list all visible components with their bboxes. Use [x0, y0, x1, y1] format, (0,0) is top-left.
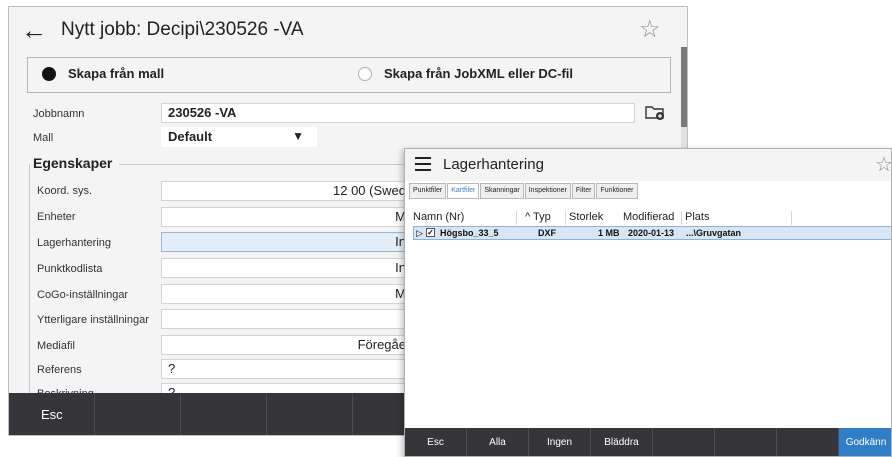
- star-outline-icon[interactable]: ☆: [639, 15, 661, 45]
- column-separator[interactable]: [565, 211, 566, 225]
- row-checkbox[interactable]: ✓: [426, 228, 435, 237]
- file-modified-cell: 2020-01-13: [628, 228, 675, 238]
- property-label: Koord. sys.: [37, 185, 93, 197]
- softkey-button[interactable]: [95, 393, 181, 435]
- mall-label: Mall: [33, 132, 54, 144]
- radio-label: Skapa från mall: [68, 66, 165, 81]
- job-window-title: Nytt jobb: Decipi\230526 -VA: [61, 19, 304, 40]
- jobbnamn-input[interactable]: 230526 -VA: [161, 103, 635, 123]
- property-label: Enheter: [37, 211, 76, 223]
- table-row[interactable]: ▷ ✓ Högsbo_33_5 DXF 1 MB 2020-01-13 ...\…: [413, 226, 891, 240]
- lagerhantering-window: Lagerhantering ☆ Punktfiler Kartfiler Sk…: [404, 148, 892, 457]
- radio-create-from-jobxml[interactable]: Skapa från JobXML eller DC-fil: [358, 66, 573, 81]
- esc-button[interactable]: Esc: [405, 428, 467, 456]
- file-table-header: Namn (Nr) ^ Typ Storlek Modifierad Plats: [405, 211, 891, 225]
- job-title-bar: ← Nytt jobb: Decipi\230526 -VA ☆: [9, 7, 687, 55]
- enheter-field[interactable]: M: [161, 207, 413, 227]
- property-label: Mediafil: [37, 340, 75, 352]
- mall-selected-value: Default: [168, 129, 213, 144]
- lager-bottom-toolbar: Esc Alla Ingen Bläddra Godkänn: [405, 428, 891, 456]
- select-none-button[interactable]: Ingen: [529, 428, 591, 456]
- lager-title-bar: Lagerhantering ☆: [405, 149, 891, 181]
- mediafil-field[interactable]: Föregåe: [161, 335, 413, 355]
- column-separator[interactable]: [791, 211, 792, 225]
- radio-selected-icon: [42, 66, 56, 81]
- lager-tabs: Punktfiler Kartfiler Skanningar Inspekti…: [409, 183, 639, 199]
- radio-unselected-icon: [358, 66, 372, 81]
- property-label: Referens: [37, 364, 82, 376]
- softkey-button[interactable]: [777, 428, 839, 456]
- lager-window-title: Lagerhantering: [443, 156, 544, 173]
- referens-field[interactable]: ?: [161, 359, 413, 379]
- softkey-button[interactable]: [653, 428, 715, 456]
- lagerhantering-field[interactable]: In: [161, 232, 413, 252]
- koord-sys-field[interactable]: 12 00 (Swed: [161, 181, 413, 201]
- column-header-modified[interactable]: Modifierad: [623, 211, 674, 223]
- column-separator[interactable]: [516, 211, 517, 225]
- mall-dropdown[interactable]: Default ▼: [161, 127, 317, 147]
- ytterligare-field[interactable]: [161, 309, 413, 329]
- radio-create-from-template[interactable]: Skapa från mall: [42, 66, 164, 81]
- accept-button[interactable]: Godkänn: [839, 428, 891, 456]
- punktkodlista-field[interactable]: In: [161, 258, 413, 278]
- softkey-button[interactable]: [181, 393, 267, 435]
- star-outline-icon[interactable]: ☆: [875, 152, 891, 177]
- property-label: CoGo-inställningar: [37, 289, 129, 301]
- folder-add-icon[interactable]: [645, 104, 665, 120]
- property-label: Lagerhantering: [37, 237, 112, 249]
- file-location-cell: ...\Gruvgatan: [686, 228, 742, 238]
- property-label: Punktkodlista: [37, 263, 103, 275]
- browse-button[interactable]: Bläddra: [591, 428, 653, 456]
- expand-triangle-icon[interactable]: ▷: [416, 228, 423, 239]
- hamburger-menu-icon[interactable]: [415, 157, 431, 171]
- tab-filter[interactable]: Filter: [571, 183, 596, 199]
- jobbnamn-label: Jobbnamn: [33, 108, 85, 120]
- file-name-cell: Högsbo_33_5: [440, 228, 499, 238]
- property-label: Ytterligare inställningar: [37, 314, 149, 326]
- tab-inspektioner[interactable]: Inspektioner: [524, 183, 571, 199]
- softkey-button[interactable]: [267, 393, 353, 435]
- tab-punktfiler[interactable]: Punktfiler: [409, 183, 447, 199]
- chevron-down-icon: ▼: [292, 129, 304, 143]
- column-header-type[interactable]: ^ Typ: [525, 211, 551, 223]
- egenskaper-group-title: Egenskaper: [33, 155, 113, 171]
- arrow-left-icon[interactable]: ←: [21, 15, 47, 45]
- column-header-name[interactable]: Namn (Nr): [413, 211, 464, 223]
- file-type-cell: DXF: [538, 228, 556, 238]
- cogo-field[interactable]: M: [161, 284, 413, 304]
- column-header-location[interactable]: Plats: [685, 211, 709, 223]
- softkey-button[interactable]: [715, 428, 777, 456]
- esc-button[interactable]: Esc: [9, 393, 95, 435]
- column-separator[interactable]: [681, 211, 682, 225]
- group-border: [29, 164, 31, 404]
- tab-funktioner[interactable]: Funktioner: [596, 183, 638, 199]
- file-size-cell: 1 MB: [598, 228, 620, 238]
- create-mode-radio-group: Skapa från mall Skapa från JobXML eller …: [27, 57, 671, 93]
- tab-kartfiler[interactable]: Kartfiler: [447, 183, 480, 199]
- radio-label: Skapa från JobXML eller DC-fil: [384, 66, 574, 81]
- scrollbar-thumb[interactable]: [681, 47, 687, 127]
- column-header-size[interactable]: Storlek: [569, 211, 603, 223]
- select-all-button[interactable]: Alla: [467, 428, 529, 456]
- tab-skanningar[interactable]: Skanningar: [480, 183, 524, 199]
